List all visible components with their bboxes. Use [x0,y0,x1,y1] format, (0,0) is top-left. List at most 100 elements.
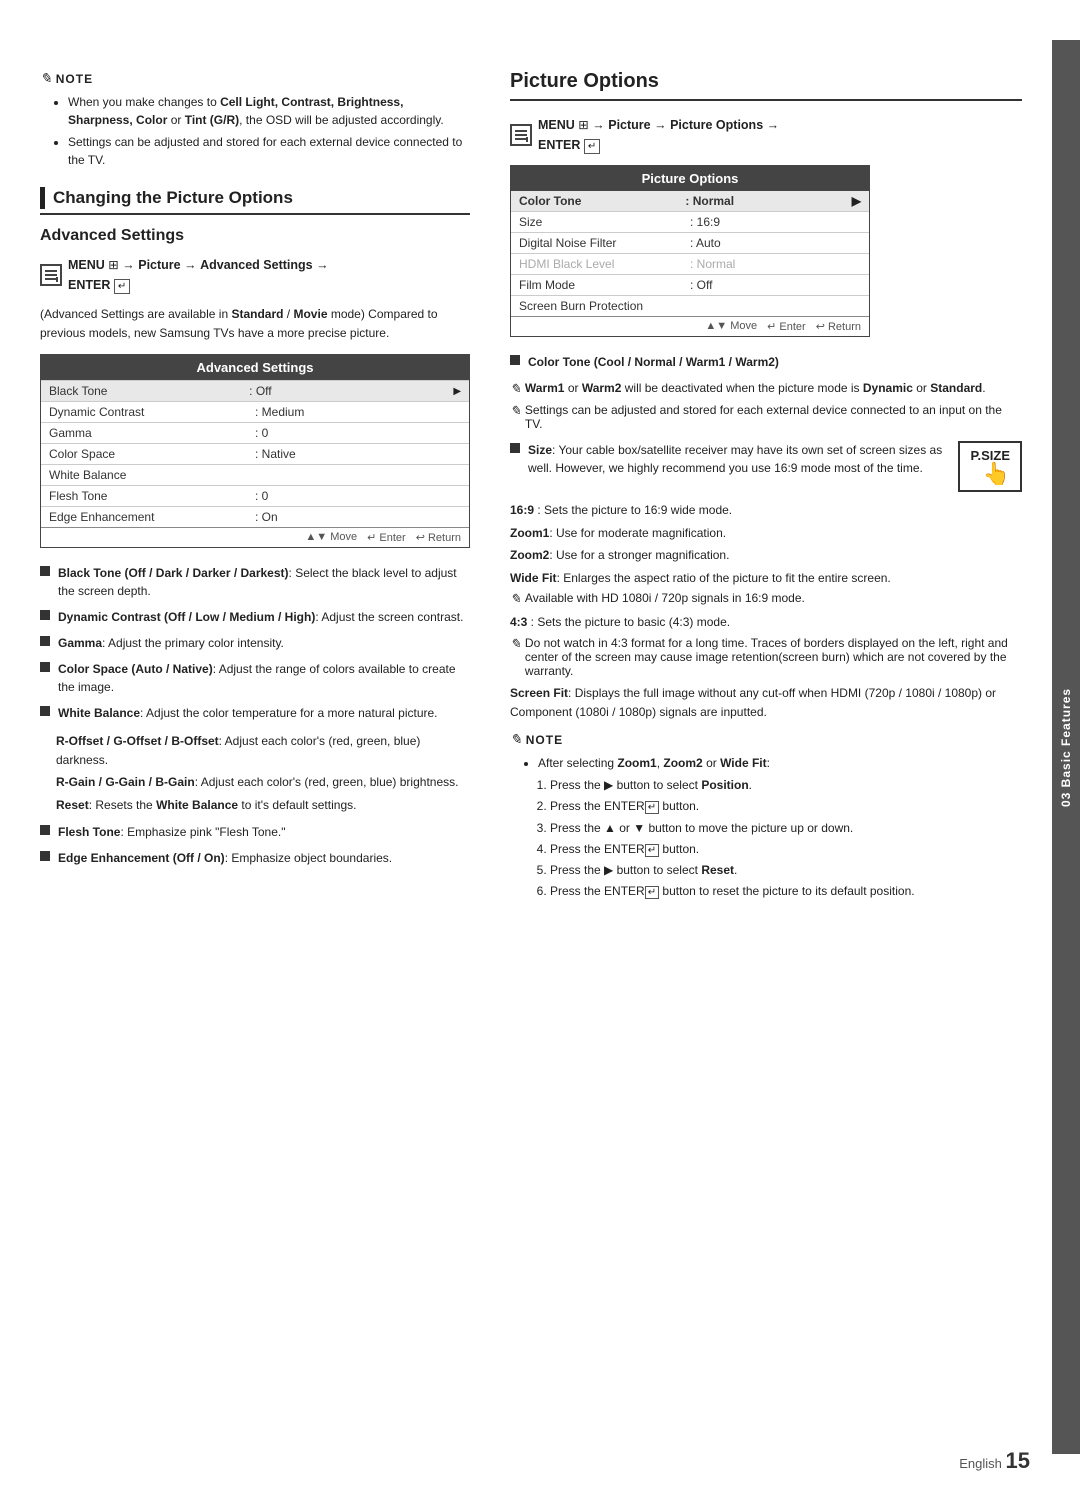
16-9-desc: 16:9 : Sets the picture to 16:9 wide mod… [510,501,1022,520]
note-settings-icon: ✎ [510,403,521,419]
changing-picture-options-header: Changing the Picture Options [40,187,470,215]
po-footer: ▲▼ Move ↵ Enter ↩ Return [511,316,869,336]
picture-options-title: Picture Options [510,70,1022,101]
advanced-settings-table: Advanced Settings Black Tone : Off ▶ Dyn… [40,354,470,548]
right-menu-icon [510,124,532,146]
rgb-offset-desc: R-Offset / G-Offset / B-Offset: Adjust e… [40,732,470,769]
bullet-gamma: Gamma: Adjust the primary color intensit… [40,634,470,652]
po-label-hdmi-black-level: HDMI Black Level [519,257,690,271]
bullet-text-white-balance: White Balance: Adjust the color temperat… [58,704,470,722]
table-row-white-balance: White Balance [41,464,469,485]
wide-fit-desc: Wide Fit: Enlarges the aspect ratio of t… [510,569,1022,588]
row-label-gamma: Gamma [49,426,255,440]
row-value-gamma: : 0 [255,426,461,440]
table-row-gamma: Gamma : 0 [41,422,469,443]
row-arrow-black-tone: ▶ [453,386,461,397]
side-tab: 03 Basic Features [1052,40,1080,1454]
table-row-edge-enhancement: Edge Enhancement : On [41,506,469,527]
bullet-edge-enhancement: Edge Enhancement (Off / On): Emphasize o… [40,849,470,867]
po-row-hdmi-black-level: HDMI Black Level : Normal [511,253,869,274]
sq-size [510,443,520,453]
picture-options-table-header: Picture Options [511,166,869,191]
po-row-film-mode: Film Mode : Off [511,274,869,295]
po-value-color-tone: : Normal [685,194,851,208]
row-label-flesh-tone: Flesh Tone [49,489,255,503]
side-tab-text: 03 Basic Features [1059,687,1073,806]
row-label-white-balance: White Balance [49,468,255,482]
picture-options-table: Picture Options Color Tone : Normal ▶ Si… [510,165,870,337]
right-column: Picture Options MENU ⊞ → Picture → Pictu… [500,70,1022,1424]
more-bullets: Flesh Tone: Emphasize pink "Flesh Tone."… [40,823,470,867]
menu-path-text: MENU ⊞ → Picture → Advanced Settings →EN… [68,255,329,295]
po-arrow-color-tone: ▶ [852,194,861,208]
bullet-square-6 [40,825,50,835]
right-menu-path-text: MENU ⊞ → Picture → Picture Options →ENTE… [538,115,779,155]
advanced-settings-desc: (Advanced Settings are available in Stan… [40,305,470,342]
po-footer-enter: ↵ Enter [767,320,806,333]
po-label-color-tone: Color Tone [519,194,685,208]
bullet-text-black-tone: Black Tone (Off / Dark / Darker / Darkes… [58,564,470,600]
menu-path: MENU ⊞ → Picture → Advanced Settings →EN… [40,255,470,295]
bullet-text-color-space: Color Space (Auto / Native): Adjust the … [58,660,470,696]
table-row-flesh-tone: Flesh Tone : 0 [41,485,469,506]
note-available-hd: ✎ Available with HD 1080i / 720p signals… [510,591,1022,607]
step-4: Press the ENTER↵ button. [550,840,1022,859]
row-label-black-tone: Black Tone [49,384,249,398]
po-footer-return: ↩ Return [816,320,861,333]
row-label-dynamic-contrast: Dynamic Contrast [49,405,255,419]
po-row-color-tone: Color Tone : Normal ▶ [511,191,869,211]
row-label-color-space: Color Space [49,447,255,461]
step-1: Press the ▶ button to select Position. [550,776,1022,795]
row-value-black-tone: : Off [249,384,449,398]
po-value-size: : 16:9 [690,215,861,229]
po-label-screen-burn: Screen Burn Protection [519,299,690,313]
bullet-color-space: Color Space (Auto / Native): Adjust the … [40,660,470,696]
section-bar [40,187,45,209]
bullet-flesh-tone: Flesh Tone: Emphasize pink "Flesh Tone." [40,823,470,841]
bullet-white-balance: White Balance: Adjust the color temperat… [40,704,470,722]
table-row-color-space: Color Space : Native [41,443,469,464]
menu-icon [40,264,62,286]
43-desc: 4:3 : Sets the picture to basic (4:3) mo… [510,613,1022,632]
note-warm: ✎ Warm1 or Warm2 will be deactivated whe… [510,381,1022,397]
advanced-settings-title: Advanced Settings [40,227,470,245]
row-value-edge-enhancement: : On [255,510,461,524]
right-note-title: NOTE [526,733,563,747]
bullet-dynamic-contrast: Dynamic Contrast (Off / Low / Medium / H… [40,608,470,626]
right-note-body: After selecting Zoom1, Zoom2 or Wide Fit… [510,754,1022,901]
size-text: Size: Your cable box/satellite receiver … [528,441,948,477]
row-label-edge-enhancement: Edge Enhancement [49,510,255,524]
bullet-size: Size: Your cable box/satellite receiver … [510,441,948,477]
row-value-color-space: : Native [255,447,461,461]
step-5: Press the ▶ button to select Reset. [550,861,1022,880]
po-footer-move: ▲▼ Move [705,320,757,333]
note-43-icon: ✎ [510,636,521,652]
page-number: 15 [1006,1448,1030,1473]
po-row-size: Size : 16:9 [511,211,869,232]
footer-move: ▲▼ Move [305,531,357,544]
po-label-size: Size [519,215,690,229]
footer-return: ↩ Return [416,531,461,544]
size-bullet-list: Size: Your cable box/satellite receiver … [510,441,948,483]
advanced-settings-bullets: Black Tone (Off / Dark / Darker / Darkes… [40,564,470,722]
rgb-gain-desc: R-Gain / G-Gain / B-Gain: Adjust each co… [40,773,470,792]
po-row-digital-noise-filter: Digital Noise Filter : Auto [511,232,869,253]
footer-language: English [959,1456,1002,1471]
step-3: Press the ▲ or ▼ button to move the pict… [550,819,1022,838]
bullet-black-tone: Black Tone (Off / Dark / Darker / Darkes… [40,564,470,600]
sq-color-tone [510,355,520,365]
psize-hand: 👆 [970,463,1010,485]
note-hd-text: Available with HD 1080i / 720p signals i… [525,591,805,605]
table-footer: ▲▼ Move ↵ Enter ↩ Return [41,527,469,547]
row-value-flesh-tone: : 0 [255,489,461,503]
screen-fit-desc: Screen Fit: Displays the full image with… [510,684,1022,721]
bullet-square-5 [40,706,50,716]
right-menu-path: MENU ⊞ → Picture → Picture Options →ENTE… [510,115,1022,155]
color-tone-text: Color Tone (Cool / Normal / Warm1 / Warm… [528,353,779,371]
zoom1-desc: Zoom1: Use for moderate magnification. [510,524,1022,543]
po-row-screen-burn: Screen Burn Protection [511,295,869,316]
footer-enter: ↵ Enter [367,531,406,544]
step-2: Press the ENTER↵ button. [550,797,1022,816]
note-hd-icon: ✎ [510,591,521,607]
note-section: ✎ NOTE When you make changes to Cell Lig… [40,70,470,169]
